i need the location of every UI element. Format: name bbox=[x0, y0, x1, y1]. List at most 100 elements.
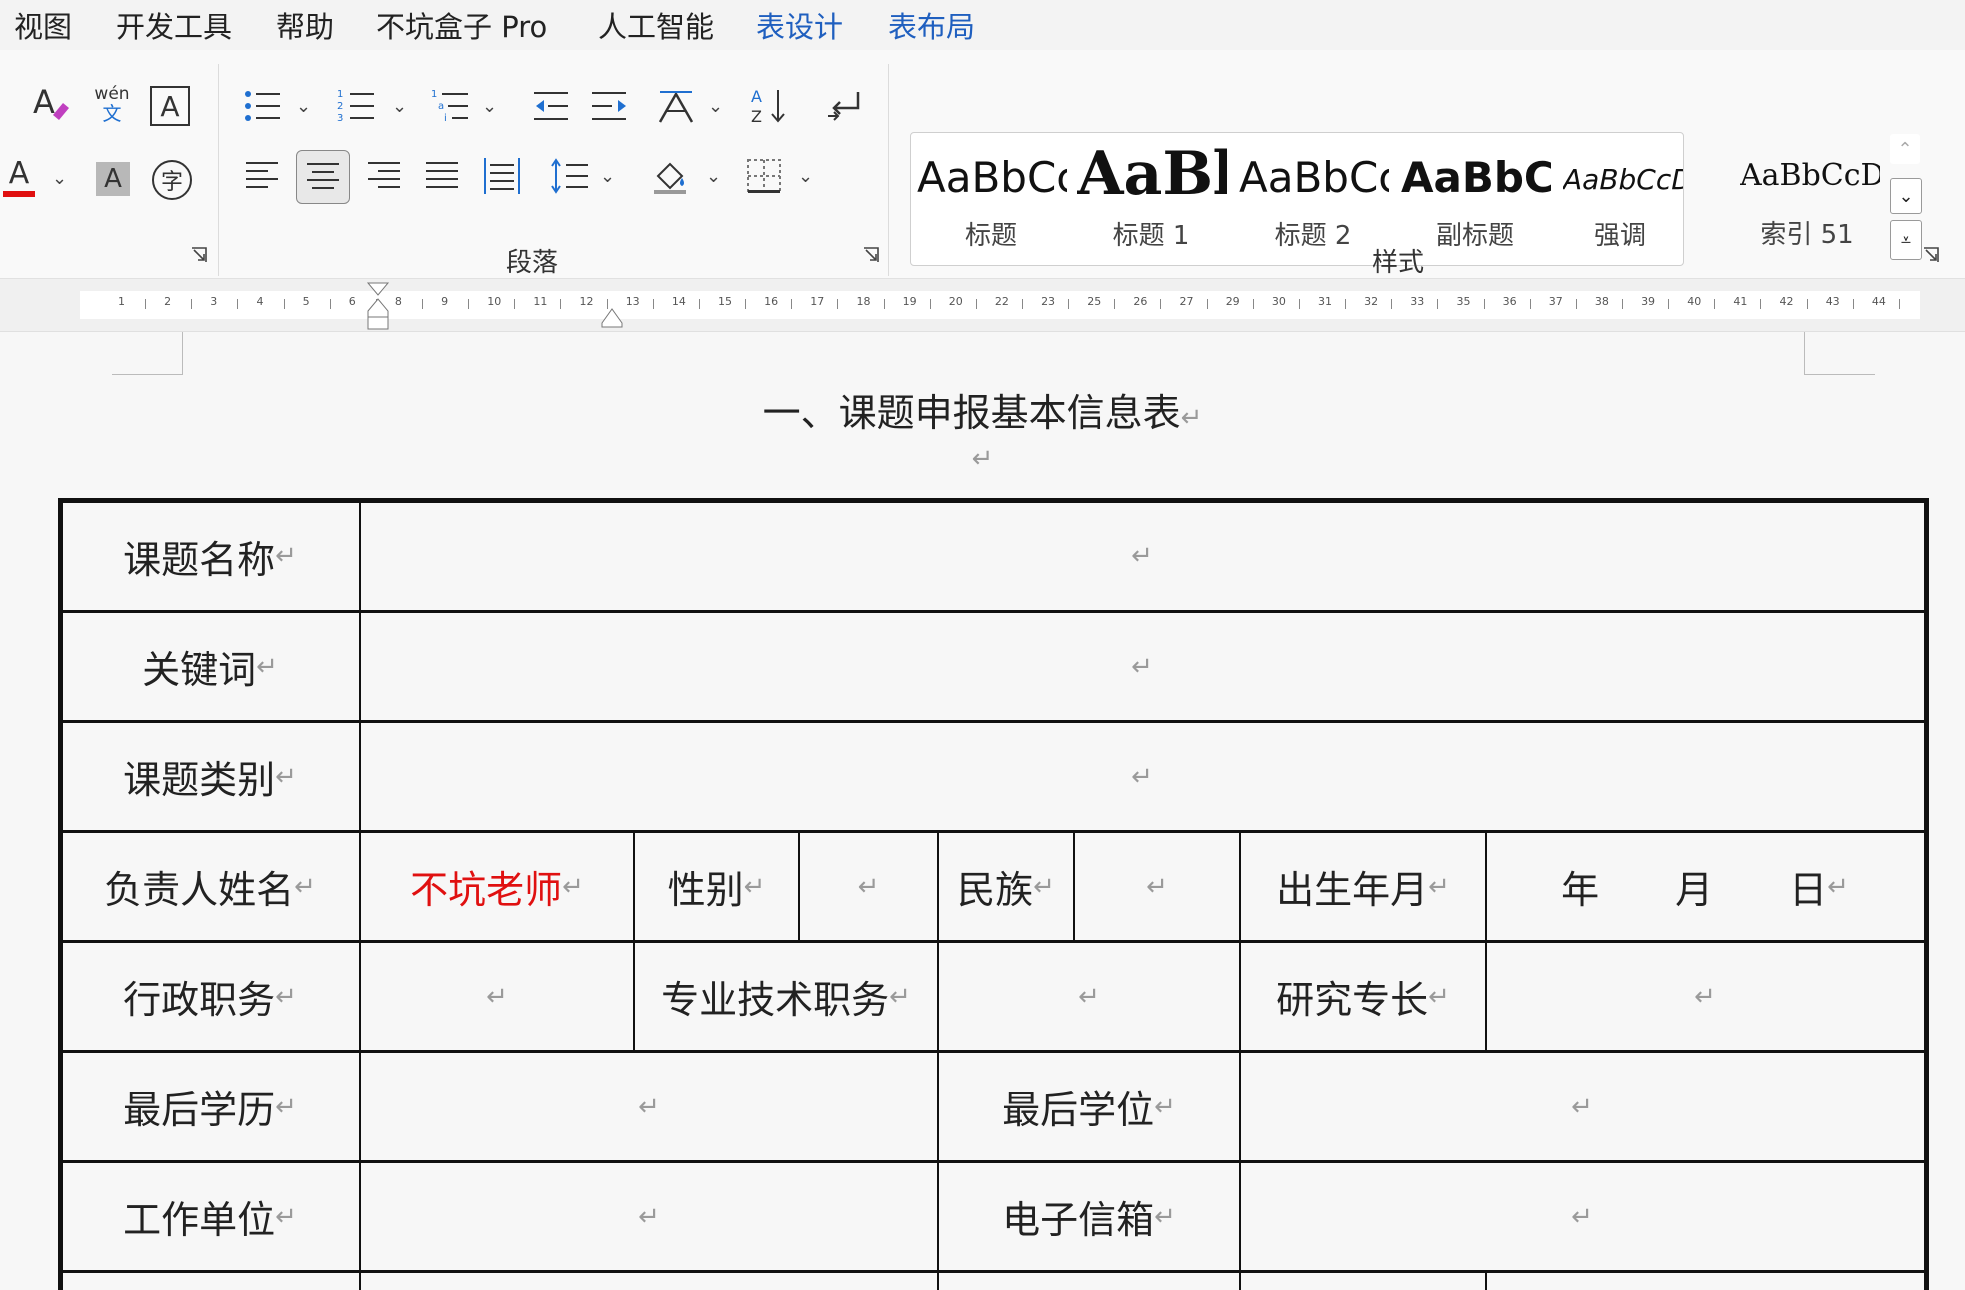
table-cell-value[interactable]: 不坑老师 ↵ bbox=[361, 833, 633, 940]
show-marks-button[interactable] bbox=[822, 84, 866, 128]
table-cell-value[interactable]: ↵ bbox=[939, 943, 1239, 1050]
character-shading-button[interactable]: A bbox=[96, 162, 130, 196]
table-cell-label[interactable]: 课题名称 ↵ bbox=[62, 502, 358, 610]
table-cell-label[interactable]: 工作单位 ↵ bbox=[62, 1163, 358, 1270]
style-item-title[interactable]: AaBbCcDd 标题 bbox=[911, 133, 1071, 263]
tab-developer[interactable]: 开发工具 bbox=[116, 4, 232, 46]
chevron-down-icon[interactable]: ⌄ bbox=[798, 166, 813, 187]
style-name: 标题 1 bbox=[1112, 221, 1190, 251]
ruler-tick bbox=[1206, 299, 1208, 309]
chevron-down-icon[interactable]: ⌄ bbox=[296, 96, 311, 117]
tab-ai[interactable]: 人工智能 bbox=[598, 4, 714, 46]
borders-button[interactable] bbox=[742, 154, 786, 198]
enclose-characters-button[interactable]: 字 bbox=[152, 160, 192, 200]
paragraph-mark: ↵ bbox=[1428, 981, 1450, 1012]
table-cell-label[interactable]: 关键词 ↵ bbox=[62, 613, 358, 720]
right-indent-marker-icon[interactable] bbox=[600, 303, 624, 329]
ribbon: A wén 文 A A ⌄ A 字 ⌄ 123 ⌄ 1ai ⌄ ⌄ AZ ⌄ ⌄… bbox=[0, 50, 1965, 279]
style-item-heading2[interactable]: AaBbCcD 标题 2 bbox=[1233, 133, 1393, 263]
first-line-indent-marker-icon[interactable] bbox=[366, 281, 390, 331]
paragraph-mark: ↵ bbox=[486, 981, 508, 1012]
table-cell-label[interactable]: 课题类别 ↵ bbox=[62, 723, 358, 830]
font-dialog-launcher-icon[interactable] bbox=[190, 246, 208, 264]
table-cell-value[interactable]: ↵ bbox=[361, 723, 1923, 830]
table-cell-label[interactable]: 最后学历 ↵ bbox=[62, 1053, 358, 1160]
font-color-button[interactable]: A bbox=[2, 154, 36, 200]
ruler-tick bbox=[1483, 299, 1485, 309]
table-cell-label[interactable]: 负责人姓名 ↵ bbox=[62, 833, 358, 940]
table-cell-value[interactable]: ↵ bbox=[361, 502, 1923, 610]
table-cell-value[interactable]: ↵ bbox=[361, 1163, 937, 1270]
align-right-button[interactable] bbox=[362, 154, 406, 198]
horizontal-ruler[interactable]: 1 2 3 4 5 6 8 9 10 11 12 13 14 15 16 17 18 19 20 22 23 25 26 27… bbox=[0, 279, 1965, 332]
phonetic-guide-button[interactable]: wén 文 bbox=[90, 80, 134, 130]
style-item-index51[interactable]: AaBbCcDd 索引 51 bbox=[1734, 132, 1880, 262]
tab-table-layout[interactable]: 表布局 bbox=[888, 4, 975, 46]
paragraph-mark: ↵ bbox=[275, 761, 297, 792]
ruler-number: 15 bbox=[718, 295, 732, 308]
chevron-down-icon[interactable]: ⌄ bbox=[706, 166, 721, 187]
character-border-button[interactable]: A bbox=[150, 86, 190, 126]
table-cell-label[interactable]: 行政职务 ↵ bbox=[62, 943, 358, 1050]
table-cell-value[interactable]: ↵ bbox=[800, 833, 937, 940]
justify-button[interactable] bbox=[420, 154, 464, 198]
shading-button[interactable] bbox=[648, 154, 692, 198]
gallery-scroll-up-button[interactable]: ⌃ bbox=[1890, 134, 1920, 164]
table-cell-label[interactable]: 最后学位 ↵ bbox=[939, 1053, 1239, 1160]
gallery-scroll-down-button[interactable]: ⌄ bbox=[1890, 178, 1922, 214]
ruler-number: 43 bbox=[1825, 295, 1840, 308]
table-cell-label[interactable]: 电子信箱 ↵ bbox=[939, 1163, 1239, 1270]
table-cell-value[interactable]: ↵ bbox=[361, 943, 633, 1050]
paragraph-mark: ↵ bbox=[275, 981, 297, 1012]
table-cell-label[interactable]: 出生年月 ↵ bbox=[1241, 833, 1485, 940]
chevron-down-icon[interactable]: ⌄ bbox=[52, 168, 67, 189]
tab-bukeng-pro[interactable]: 不坑盒子 Pro bbox=[376, 4, 547, 46]
cell-text: 电子信箱 bbox=[1002, 1198, 1155, 1242]
chevron-down-icon[interactable]: ⌄ bbox=[708, 96, 723, 117]
table-cell-value[interactable]: ↵ bbox=[361, 1053, 937, 1160]
gallery-more-button[interactable]: ⩡ bbox=[1890, 220, 1922, 260]
empty-paragraph[interactable]: ↵ bbox=[0, 444, 1965, 474]
increase-indent-button[interactable] bbox=[588, 84, 632, 128]
table-border bbox=[58, 1270, 1928, 1273]
bullets-button[interactable] bbox=[240, 84, 284, 128]
styles-dialog-launcher-icon[interactable] bbox=[1922, 246, 1940, 264]
tab-help[interactable]: 帮助 bbox=[276, 4, 334, 46]
table-cell-label[interactable]: 专业技术职务 ↵ bbox=[635, 943, 937, 1050]
chevron-down-icon[interactable]: ⌄ bbox=[482, 96, 497, 117]
table-cell-value[interactable]: ↵ bbox=[361, 613, 1923, 720]
table-cell-value[interactable]: ↵ bbox=[1075, 833, 1239, 940]
sort-button[interactable]: AZ bbox=[748, 84, 792, 128]
tab-table-design[interactable]: 表设计 bbox=[756, 4, 843, 46]
ruler-tick bbox=[422, 299, 423, 309]
clear-formatting-button[interactable]: A bbox=[28, 78, 74, 128]
ruler-number: 10 bbox=[487, 295, 502, 308]
align-left-button[interactable] bbox=[240, 154, 284, 198]
document-canvas[interactable]: 一、课题申报基本信息表↵ ↵ 课题名称 ↵ ↵ 关键词 ↵ ↵ 课题类别 ↵ ↵ 负责… bbox=[0, 332, 1965, 1290]
numbering-button[interactable]: 123 bbox=[334, 84, 378, 128]
style-item-emphasis[interactable]: AaBbCcDdE 强调 bbox=[1557, 133, 1683, 263]
borders-icon bbox=[747, 159, 781, 193]
paragraph-dialog-launcher-icon[interactable] bbox=[862, 246, 880, 264]
tab-view[interactable]: 视图 bbox=[14, 4, 72, 46]
align-center-button[interactable] bbox=[296, 150, 350, 204]
paragraph-mark: ↵ bbox=[971, 444, 994, 474]
multilevel-list-button[interactable]: 1ai bbox=[428, 84, 472, 128]
chevron-down-icon[interactable]: ⌄ bbox=[392, 96, 407, 117]
table-cell-value[interactable]: ↵ bbox=[1487, 943, 1923, 1050]
cell-text: 负责人姓名 bbox=[104, 868, 295, 912]
chevron-down-icon[interactable]: ⌄ bbox=[600, 166, 615, 187]
table-cell-value[interactable]: 年 月 日 ↵ bbox=[1487, 833, 1923, 940]
table-cell-value[interactable]: ↵ bbox=[1241, 1163, 1923, 1270]
table-cell-label[interactable]: 性别 ↵ bbox=[635, 833, 798, 940]
table-cell-label[interactable]: 研究专长 ↵ bbox=[1241, 943, 1485, 1050]
line-spacing-button[interactable] bbox=[548, 154, 592, 198]
style-sample: AaBbCcDdE bbox=[1563, 163, 1683, 196]
chinese-layout-button[interactable] bbox=[654, 84, 698, 128]
decrease-indent-button[interactable] bbox=[530, 84, 574, 128]
paint-bucket-icon bbox=[654, 162, 686, 194]
style-item-heading1[interactable]: AaBb 标题 1 bbox=[1071, 133, 1231, 263]
distributed-button[interactable] bbox=[480, 154, 524, 198]
table-cell-label[interactable]: 民族 ↵ bbox=[939, 833, 1073, 940]
table-cell-value[interactable]: ↵ bbox=[1241, 1053, 1923, 1160]
